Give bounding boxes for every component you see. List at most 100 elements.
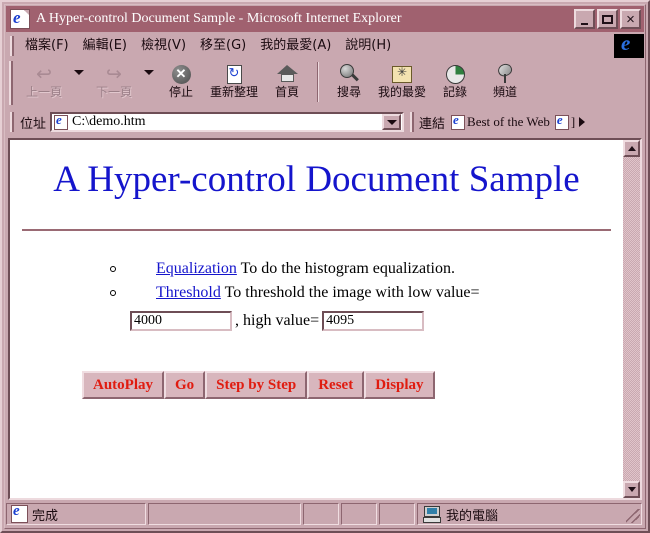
toolbar-label-home: 首頁 [274, 85, 299, 99]
forward-arrow-icon: ↪ [106, 62, 122, 85]
ie-page-icon [554, 112, 569, 130]
favorites-folder-icon [390, 63, 414, 85]
link-label: Best of the Web [467, 114, 550, 129]
link-best-of-the-web[interactable]: Best of the Web [449, 112, 550, 130]
toolbar-button-stop[interactable]: ✕ 停止 [156, 60, 206, 106]
menu-bar: 檔案(F) 編輯(E) 檢視(V) 移至(G) 我的最愛(A) 說明(H) [6, 31, 644, 58]
reset-button[interactable]: Reset [307, 371, 365, 400]
links-drag-grip[interactable] [410, 112, 415, 132]
browser-window: A Hyper-control Document Sample - Micros… [0, 0, 650, 533]
stop-icon: ✕ [169, 63, 193, 85]
ie-page-icon [451, 112, 466, 130]
forward-dropdown-button[interactable] [142, 60, 156, 106]
link-threshold[interactable]: Threshold [156, 284, 221, 301]
back-dropdown-button[interactable] [72, 60, 86, 106]
home-icon [275, 63, 299, 85]
link-equalization[interactable]: Equalization [156, 260, 237, 277]
chevron-down-icon [386, 119, 397, 125]
toolbar-label-history: 記錄 [442, 85, 467, 99]
status-progress-panel [148, 503, 301, 525]
maximize-restore-button[interactable] [597, 9, 618, 29]
address-input[interactable]: C:\demo.htm [50, 112, 405, 132]
links-overflow-arrow-icon[interactable] [579, 117, 586, 127]
toolbar-label-forward: 下一頁 [95, 85, 132, 99]
link-label: ] [570, 114, 576, 129]
autoplay-button[interactable]: AutoPlay [82, 371, 164, 400]
ie-page-icon [11, 503, 28, 523]
refresh-icon [222, 63, 246, 85]
address-drag-grip[interactable] [10, 112, 14, 132]
chevron-down-icon [74, 70, 84, 75]
minimize-icon [576, 11, 593, 27]
toolbar-label-stop: 停止 [168, 85, 193, 99]
display-button[interactable]: Display [364, 371, 435, 400]
step-by-step-button[interactable]: Step by Step [205, 371, 308, 400]
zone-text: 我的電腦 [446, 508, 499, 524]
list-item: Threshold To threshold the image with lo… [10, 281, 623, 306]
close-button[interactable]: × [620, 9, 641, 29]
toolbar-label-search: 搜尋 [336, 85, 361, 99]
list-item: Equalization To do the histogram equaliz… [10, 257, 623, 282]
title-bar: A Hyper-control Document Sample - Micros… [6, 6, 644, 32]
high-value-input[interactable]: 4095 [322, 311, 425, 332]
address-dropdown-button[interactable] [382, 114, 402, 130]
minimize-button[interactable] [574, 9, 595, 29]
menu-item-go[interactable]: 移至(G) [193, 36, 253, 56]
my-computer-icon [423, 505, 441, 523]
scroll-up-button[interactable] [623, 140, 640, 157]
menu-item-view[interactable]: 檢視(V) [134, 36, 193, 56]
toolbar: ↩ 上一頁 ↪ 下一頁 ✕ 停止 重新整理 首頁 [6, 60, 644, 108]
toolbar-separator [317, 62, 319, 102]
toolbar-button-channels[interactable]: 頻道 [480, 60, 530, 106]
vertical-scrollbar[interactable] [623, 140, 640, 498]
window-controls: × [574, 9, 641, 29]
window-title: A Hyper-control Document Sample - Micros… [36, 11, 402, 26]
triangle-up-icon [627, 146, 636, 151]
menu-item-file[interactable]: 檔案(F) [18, 36, 76, 56]
triangle-down-icon [627, 487, 636, 492]
maximize-icon [599, 11, 616, 27]
go-button[interactable]: Go [164, 371, 206, 400]
status-panel-4 [379, 503, 415, 525]
toolbar-label-refresh: 重新整理 [209, 85, 258, 99]
list-item-text: To threshold the image with low value= [220, 284, 480, 302]
toolbar-label-channels: 頻道 [492, 85, 517, 99]
toolbar-button-history[interactable]: 記錄 [430, 60, 480, 106]
control-button-row: AutoPlay Go Step by Step Reset Display [82, 371, 623, 400]
content-frame: A Hyper-control Document Sample Equaliza… [8, 138, 642, 500]
address-label: 位址 [20, 116, 47, 132]
resize-grip[interactable] [626, 509, 640, 523]
security-zone-panel[interactable]: 我的電腦 [417, 503, 642, 525]
status-bar: 完成 我的電腦 [6, 501, 644, 527]
search-icon [337, 63, 361, 85]
toolbar-button-back[interactable]: ↩ 上一頁 [16, 60, 72, 106]
page-title: A Hyper-control Document Sample [53, 159, 580, 200]
address-value: C:\demo.htm [72, 114, 146, 129]
status-text: 完成 [32, 508, 59, 524]
satellite-dish-icon [493, 61, 517, 85]
toolbar-label-favorites: 我的最愛 [377, 85, 426, 99]
horizontal-rule [22, 228, 611, 231]
low-value-input[interactable]: 4000 [130, 311, 232, 332]
toolbar-drag-grip[interactable] [9, 61, 13, 105]
history-icon [443, 63, 467, 85]
menu-drag-grip[interactable] [10, 36, 14, 56]
document-body: A Hyper-control Document Sample Equaliza… [10, 140, 623, 498]
toolbar-button-favorites[interactable]: 我的最愛 [374, 60, 430, 106]
status-panel-3 [341, 503, 377, 525]
feature-list: Equalization To do the histogram equaliz… [10, 257, 623, 307]
menu-item-favorites[interactable]: 我的最愛(A) [253, 36, 338, 56]
high-value-label: , high value= [235, 312, 320, 330]
menu-item-help[interactable]: 說明(H) [338, 36, 398, 56]
toolbar-button-search[interactable]: 搜尋 [324, 60, 374, 106]
toolbar-button-forward[interactable]: ↪ 下一頁 [86, 60, 142, 106]
toolbar-button-refresh[interactable]: 重新整理 [206, 60, 262, 106]
toolbar-button-home[interactable]: 首頁 [262, 60, 312, 106]
list-item-text: To do the histogram equalization. [236, 259, 455, 277]
links-label: 連結 [419, 116, 446, 132]
chevron-down-icon [144, 70, 154, 75]
menu-item-edit[interactable]: 編輯(E) [76, 36, 134, 56]
link-overflow-item[interactable]: ] [553, 112, 576, 130]
scroll-down-button[interactable] [623, 481, 640, 498]
threshold-fields-row: 4000 , high value= 4095 [130, 311, 623, 332]
